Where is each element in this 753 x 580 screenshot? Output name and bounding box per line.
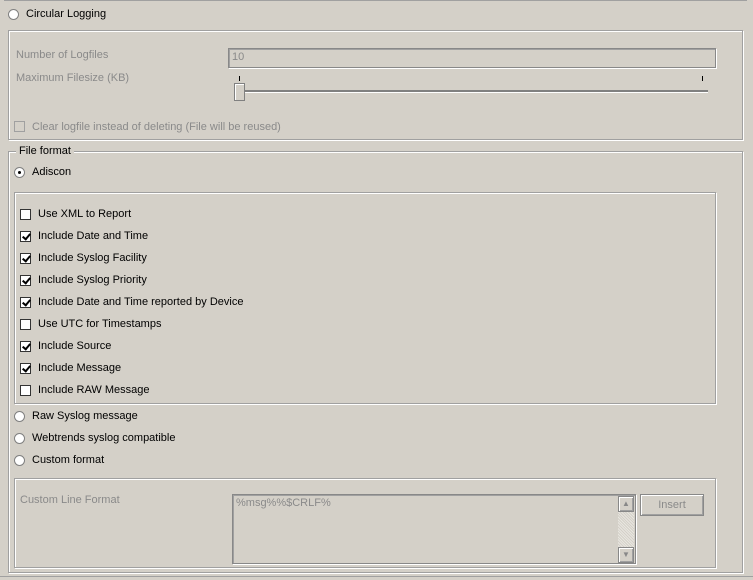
clear-logfile-checkbox[interactable]	[14, 121, 25, 132]
bottom-border	[0, 576, 753, 577]
slider-tick-end	[702, 76, 703, 81]
option-label: Include Date and Time reported by Device	[38, 296, 244, 308]
slider-tick-start	[239, 76, 240, 81]
slider-thumb[interactable]	[234, 83, 245, 101]
option-checkbox[interactable]	[20, 319, 31, 330]
webtrends-radio[interactable]	[14, 433, 25, 444]
option-checkbox[interactable]	[20, 209, 31, 220]
option-label: Include Syslog Priority	[38, 274, 147, 286]
option-checkbox[interactable]	[20, 231, 31, 242]
option-checkbox[interactable]	[20, 341, 31, 352]
raw-syslog-label: Raw Syslog message	[32, 410, 138, 422]
option-checkbox[interactable]	[20, 385, 31, 396]
option-label: Use UTC for Timestamps	[38, 318, 162, 330]
option-checkbox[interactable]	[20, 253, 31, 264]
scroll-up-button[interactable]: ▲	[618, 496, 634, 512]
scroll-down-button[interactable]: ▼	[618, 547, 634, 563]
option-label: Include Source	[38, 340, 112, 352]
adiscon-radio[interactable]	[14, 167, 25, 178]
option-checkbox[interactable]	[20, 275, 31, 286]
max-filesize-label: Maximum Filesize (KB)	[16, 72, 130, 84]
raw-syslog-radio[interactable]	[14, 411, 25, 422]
option-label: Include RAW Message	[38, 384, 150, 396]
option-label: Include Message	[38, 362, 122, 374]
option-checkbox[interactable]	[20, 297, 31, 308]
option-label: Use XML to Report	[38, 208, 132, 220]
top-border	[4, 0, 747, 1]
custom-format-label: Custom format	[32, 454, 105, 466]
max-filesize-slider[interactable]	[232, 74, 710, 104]
custom-line-scrollbar[interactable]: ▲ ▼	[618, 496, 634, 563]
num-logfiles-label: Number of Logfiles	[16, 49, 109, 61]
option-label: Include Date and Time	[38, 230, 149, 242]
insert-button-label: Insert	[658, 499, 686, 511]
custom-line-format-value: %msg%%$CRLF%	[236, 497, 331, 509]
file-format-legend: File format	[16, 145, 74, 157]
adiscon-label: Adiscon	[32, 166, 72, 178]
custom-line-format-input[interactable]: %msg%%$CRLF%	[232, 494, 636, 564]
insert-button[interactable]: Insert	[640, 494, 704, 516]
custom-line-format-label: Custom Line Format	[20, 494, 120, 506]
circular-logging-radio[interactable]	[8, 9, 19, 20]
num-logfiles-input[interactable]: 10	[228, 48, 716, 68]
custom-format-radio[interactable]	[14, 455, 25, 466]
webtrends-label: Webtrends syslog compatible	[32, 432, 176, 444]
circular-logging-label: Circular Logging	[26, 8, 107, 20]
option-checkbox[interactable]	[20, 363, 31, 374]
num-logfiles-value: 10	[232, 51, 245, 63]
option-label: Include Syslog Facility	[38, 252, 147, 264]
slider-track	[236, 90, 708, 93]
clear-logfile-label: Clear logfile instead of deleting (File …	[32, 121, 281, 133]
